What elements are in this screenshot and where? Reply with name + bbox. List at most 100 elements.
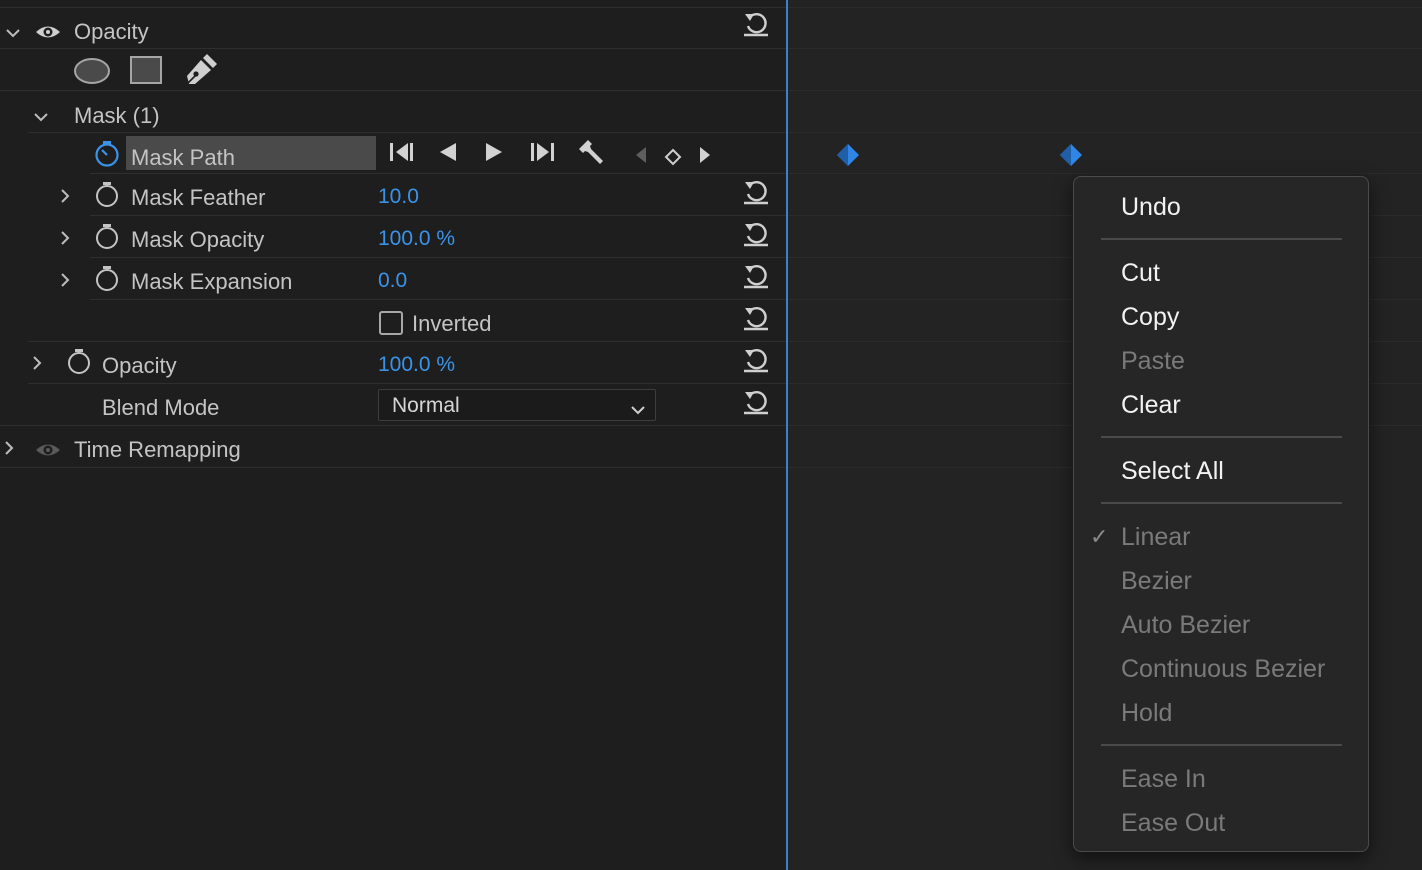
reset-icon[interactable] [742, 179, 770, 205]
menu-item-select-all[interactable]: Select All [1121, 456, 1224, 486]
row-divider [90, 173, 786, 174]
row-divider [28, 383, 786, 384]
ellipse-mask-icon[interactable] [74, 57, 110, 91]
timeline-row-divider [1370, 299, 1422, 300]
time-remapping-label: Time Remapping [74, 437, 241, 462]
timeline-row-divider [788, 132, 1422, 133]
checkmark-icon: ✓ [1090, 524, 1109, 549]
add-keyframe-icon[interactable] [664, 146, 682, 172]
row-divider [0, 425, 786, 426]
reset-icon[interactable] [742, 347, 770, 373]
mask-opacity-value[interactable]: 100.0 % [378, 226, 455, 252]
stopwatch-icon[interactable] [94, 265, 120, 299]
opacity-group-label: Opacity [74, 19, 149, 44]
menu-item-auto-bezier: Auto Bezier [1121, 611, 1251, 639]
timeline-row-divider [1370, 383, 1422, 384]
timeline-row-divider [1370, 257, 1422, 258]
menu-item-paste: Paste [1121, 347, 1185, 375]
chevron-right-icon[interactable] [30, 352, 44, 378]
reset-icon[interactable] [742, 221, 770, 247]
timeline-row-divider [788, 299, 1073, 300]
menu-item-undo[interactable]: Undo [1121, 192, 1181, 222]
menu-item-copy[interactable]: Copy [1121, 302, 1179, 332]
keyframe-diamond[interactable] [1059, 143, 1083, 173]
effect-controls-panel [0, 0, 786, 870]
step-backward-icon[interactable] [436, 140, 460, 170]
timeline-row-divider [788, 90, 1422, 91]
reset-icon[interactable] [742, 11, 770, 37]
menu-item-bezier: Bezier [1121, 567, 1192, 595]
eye-icon[interactable] [34, 21, 62, 49]
row-divider [28, 132, 786, 133]
playhead[interactable] [786, 0, 788, 870]
opacity-label: Opacity [102, 353, 177, 378]
pen-icon[interactable] [183, 54, 217, 94]
eye-icon[interactable] [34, 439, 62, 467]
timeline-row-divider [788, 173, 1422, 174]
menu-item-hold: Hold [1121, 699, 1173, 727]
previous-keyframe-icon[interactable] [634, 145, 648, 171]
timeline-row-divider [788, 7, 1422, 8]
timeline-row-divider [1370, 215, 1422, 216]
chevron-down-icon[interactable] [4, 20, 22, 46]
chevron-right-icon[interactable] [58, 227, 72, 253]
menu-item-ease-out: Ease Out [1121, 809, 1226, 837]
chevron-down-icon [629, 398, 647, 424]
next-keyframe-icon[interactable] [698, 145, 712, 171]
mask-expansion-value[interactable]: 0.0 [378, 268, 407, 294]
row-divider [0, 48, 786, 49]
opacity-value[interactable]: 100.0 % [378, 352, 455, 378]
keyframe-context-menu: Undo Cut Copy Paste Clear Select All ✓ L… [1073, 176, 1369, 852]
timeline-row-divider [1370, 341, 1422, 342]
mask-expansion-label: Mask Expansion [131, 269, 293, 294]
play-icon[interactable] [482, 140, 506, 170]
track-backward-icon[interactable] [388, 140, 416, 170]
row-divider [0, 90, 786, 91]
chevron-down-icon[interactable] [32, 104, 50, 130]
rectangle-mask-icon[interactable] [130, 56, 162, 90]
menu-item-cut[interactable]: Cut [1121, 258, 1160, 288]
mask-path-label: Mask Path [131, 145, 235, 170]
inverted-label: Inverted [412, 311, 492, 336]
menu-item-continuous-bezier: Continuous Bezier [1121, 655, 1326, 683]
timeline-row-divider [788, 48, 1422, 49]
menu-separator [1101, 744, 1342, 746]
row-divider [90, 299, 786, 300]
chevron-right-icon[interactable] [58, 269, 72, 295]
stopwatch-icon[interactable] [66, 348, 92, 382]
mask-label: Mask (1) [74, 103, 160, 128]
row-divider [90, 257, 786, 258]
timeline-row-divider [788, 383, 1073, 384]
menu-separator [1101, 436, 1342, 438]
menu-item-clear[interactable]: Clear [1121, 390, 1181, 420]
keyframe-diamond[interactable] [836, 143, 860, 173]
row-divider [0, 467, 786, 468]
reset-icon[interactable] [742, 305, 770, 331]
blend-mode-selected: Normal [392, 394, 460, 417]
menu-separator [1101, 238, 1342, 240]
menu-item-linear: Linear [1121, 523, 1191, 551]
mask-feather-label: Mask Feather [131, 185, 266, 210]
timeline-row-divider [788, 257, 1073, 258]
chevron-right-icon[interactable] [58, 185, 72, 211]
chevron-right-icon[interactable] [2, 437, 16, 463]
stopwatch-icon[interactable] [94, 181, 120, 215]
row-divider [0, 7, 786, 8]
row-divider [90, 215, 786, 216]
reset-icon[interactable] [742, 389, 770, 415]
timeline-row-divider [788, 215, 1073, 216]
row-divider [28, 341, 786, 342]
mask-feather-value[interactable]: 10.0 [378, 184, 419, 210]
inverted-checkbox[interactable] [379, 311, 403, 335]
timeline-row-divider [788, 425, 1073, 426]
reset-icon[interactable] [742, 263, 770, 289]
menu-item-ease-in: Ease In [1121, 765, 1206, 793]
stopwatch-icon[interactable] [94, 223, 120, 257]
track-forward-icon[interactable] [528, 140, 556, 170]
timeline-row-divider [788, 467, 1073, 468]
blend-mode-dropdown[interactable]: Normal [378, 389, 656, 421]
menu-separator [1101, 502, 1342, 504]
wrench-icon[interactable] [578, 138, 606, 172]
blend-mode-label: Blend Mode [102, 395, 220, 420]
stopwatch-icon[interactable] [94, 140, 120, 174]
